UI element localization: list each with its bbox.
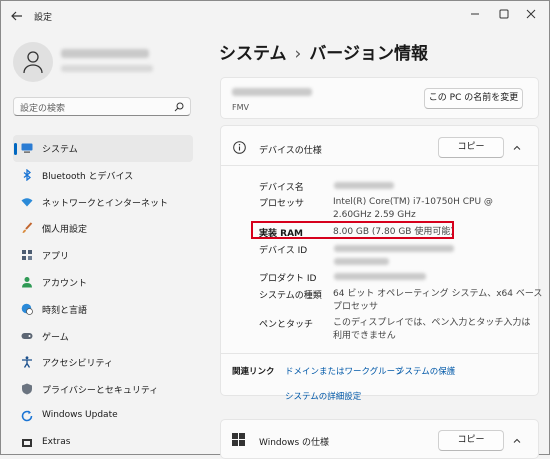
info-icon xyxy=(233,141,246,154)
chevron-up-icon[interactable] xyxy=(512,436,522,446)
sidebar-item-time-language[interactable]: 時刻と言語 xyxy=(13,296,193,323)
copy-device-spec-button[interactable]: コピー xyxy=(438,137,504,158)
windows-spec-title: Windows の仕様 xyxy=(259,438,330,448)
device-spec-title: デバイスの仕様 xyxy=(259,146,322,156)
person-icon xyxy=(23,51,43,74)
spec-label-pen-touch: ペンとタッチ xyxy=(259,320,314,330)
link-advanced-system-settings[interactable]: システムの詳細設定 xyxy=(285,390,361,402)
shield-icon xyxy=(22,383,32,395)
back-arrow-icon[interactable] xyxy=(10,9,24,23)
sidebar-item-privacy[interactable]: プライバシーとセキュリティ xyxy=(13,376,193,403)
link-domain-workgroup[interactable]: ドメインまたはワークグループ xyxy=(285,365,403,377)
maximize-icon xyxy=(499,9,509,19)
sidebar-item-system[interactable]: システム xyxy=(13,135,193,162)
spec-label-processor: プロセッサ xyxy=(259,199,305,209)
title-bar: 設定 xyxy=(1,1,549,31)
sidebar-item-apps[interactable]: アプリ xyxy=(13,242,193,269)
device-name-value-redacted xyxy=(334,182,394,189)
device-model: FMV xyxy=(232,103,249,112)
close-button[interactable] xyxy=(514,5,548,23)
sidebar-item-accessibility[interactable]: アクセシビリティ xyxy=(13,349,193,376)
update-icon xyxy=(21,410,33,422)
rename-pc-button[interactable]: この PC の名前を変更 xyxy=(424,88,523,109)
breadcrumb-current: バージョン情報 xyxy=(309,44,428,64)
sidebar-item-extras[interactable]: Extras xyxy=(13,430,193,457)
search-icon xyxy=(174,102,184,112)
spec-value-system-type: 64 ビット オペレーティング システム、x64 ベース プロセッサ xyxy=(333,289,543,312)
spec-label-system-type: システムの種類 xyxy=(259,291,322,301)
accessibility-icon xyxy=(22,356,32,369)
related-links-label: 関連リンク xyxy=(232,367,275,377)
highlight-box xyxy=(251,221,454,239)
sidebar-item-accounts[interactable]: アカウント xyxy=(13,269,193,296)
spec-value-processor: Intel(R) Core(TM) i7-10750H CPU @ 2.60GH… xyxy=(333,197,493,220)
sidebar-item-bluetooth[interactable]: Bluetooth とデバイス xyxy=(13,162,193,189)
extras-icon xyxy=(22,438,32,447)
monitor-icon xyxy=(21,143,33,153)
divider xyxy=(221,165,538,166)
person-icon xyxy=(22,276,32,288)
settings-window: 設定 設定の検索 システム Bluetooth とデバイス ネットワークとインタ… xyxy=(0,0,550,459)
product-id-redacted xyxy=(334,273,426,280)
search-input[interactable]: 設定の検索 xyxy=(13,97,191,116)
gamepad-icon xyxy=(21,332,33,339)
chevron-up-icon[interactable] xyxy=(512,143,522,153)
copy-windows-spec-button[interactable]: コピー xyxy=(438,430,504,451)
breadcrumb-separator: › xyxy=(294,44,302,64)
breadcrumb-parent[interactable]: システム xyxy=(219,44,287,64)
bluetooth-icon xyxy=(23,168,32,181)
globe-clock-icon xyxy=(21,303,33,315)
spec-value-pen-touch: このディスプレイでは、ペン入力とタッチ入力は 利用できません xyxy=(333,318,531,341)
device-name-card: FMV この PC の名前を変更 xyxy=(220,77,539,119)
sidebar-nav: システム Bluetooth とデバイス ネットワークとインターネット 個人用設… xyxy=(13,135,193,457)
sidebar-item-personalization[interactable]: 個人用設定 xyxy=(13,215,193,242)
spec-label-device-name: デバイス名 xyxy=(259,183,304,193)
avatar[interactable] xyxy=(13,42,53,82)
divider xyxy=(221,353,538,354)
close-icon xyxy=(526,9,536,19)
app-title: 設定 xyxy=(34,13,53,23)
device-id-redacted-2 xyxy=(334,258,389,265)
apps-icon xyxy=(22,250,32,261)
windows-logo-icon xyxy=(232,433,245,446)
spec-label-product-id: プロダクト ID xyxy=(259,274,317,284)
sidebar-item-windows-update[interactable]: Windows Update xyxy=(13,403,193,430)
brush-icon xyxy=(22,222,33,234)
sidebar-item-network[interactable]: ネットワークとインターネット xyxy=(13,189,193,216)
link-system-protection[interactable]: システムの保護 xyxy=(396,365,455,377)
page-title: システム › バージョン情報 xyxy=(219,39,428,64)
device-name-redacted xyxy=(232,88,312,96)
account-name-redacted xyxy=(61,49,149,58)
wifi-icon xyxy=(21,197,33,207)
account-email-redacted xyxy=(61,65,153,72)
sidebar-item-gaming[interactable]: ゲーム xyxy=(13,323,193,350)
device-id-redacted-1 xyxy=(334,245,454,252)
minimize-icon xyxy=(471,13,479,15)
spec-label-device-id: デバイス ID xyxy=(259,246,308,256)
